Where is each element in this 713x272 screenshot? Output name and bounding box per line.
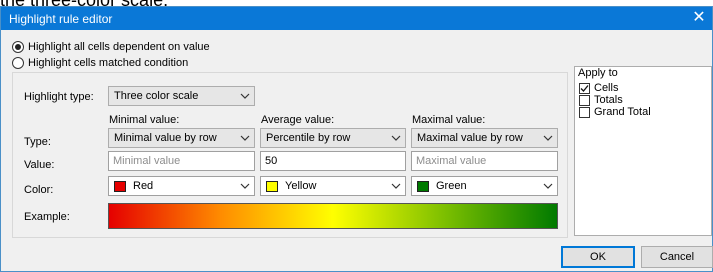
apply-to-grand-total[interactable]: Grand Total: [579, 106, 651, 118]
color-row-label: Color:: [24, 184, 54, 196]
average-color-name: Yellow: [285, 180, 317, 192]
minimal-color-dropdown[interactable]: Red: [108, 176, 255, 196]
apply-to-title: Apply to: [578, 67, 618, 79]
average-value-field[interactable]: [260, 151, 406, 171]
apply-to-label: Totals: [594, 94, 623, 106]
checkbox[interactable]: [579, 94, 590, 106]
radio-button-selected[interactable]: [12, 41, 24, 53]
chevron-down-icon: [240, 93, 250, 99]
close-icon[interactable]: ✕: [690, 8, 708, 28]
apply-to-totals[interactable]: Totals: [579, 94, 623, 106]
checkbox[interactable]: [579, 106, 590, 118]
cancel-button[interactable]: Cancel: [641, 246, 713, 268]
color-swatch: [114, 181, 126, 192]
maximal-color-dropdown[interactable]: Green: [411, 176, 558, 196]
minimal-value-field[interactable]: [108, 151, 255, 171]
checkbox[interactable]: [579, 82, 590, 94]
maximal-type-dropdown[interactable]: Maximal value by row: [411, 128, 558, 148]
apply-to-label: Grand Total: [594, 106, 651, 118]
apply-to-label: Cells: [594, 82, 619, 94]
average-value-header: Average value:: [261, 114, 335, 126]
highlight-type-dropdown[interactable]: Three color scale: [108, 86, 255, 106]
example-row-label: Example:: [24, 211, 70, 223]
minimal-type-dropdown[interactable]: Minimal value by row: [108, 128, 255, 148]
maximal-value-field[interactable]: [411, 151, 558, 171]
maximal-value-input[interactable]: [416, 154, 553, 168]
radio-label: Highlight cells matched condition: [28, 57, 189, 69]
radio-label: Highlight all cells dependent on value: [28, 41, 210, 53]
example-gradient-preview: [108, 203, 558, 229]
average-color-dropdown[interactable]: Yellow: [260, 176, 406, 196]
value-row-label: Value:: [24, 159, 55, 171]
minimal-value-input[interactable]: [113, 154, 250, 168]
chevron-down-icon: [240, 135, 250, 141]
chevron-down-icon: [543, 135, 553, 141]
chevron-down-icon: [391, 183, 401, 189]
type-row-label: Type:: [24, 136, 51, 148]
highlight-type-value: Three color scale: [114, 90, 199, 102]
average-type-value: Percentile by row: [266, 132, 351, 144]
apply-to-cells[interactable]: Cells: [579, 82, 618, 94]
chevron-down-icon: [543, 183, 553, 189]
radio-button[interactable]: [12, 57, 24, 69]
chevron-down-icon: [240, 183, 250, 189]
average-value-input[interactable]: [265, 154, 401, 168]
ok-button[interactable]: OK: [561, 246, 635, 268]
color-swatch: [417, 181, 429, 192]
minimal-color-name: Red: [133, 180, 154, 192]
minimal-type-value: Minimal value by row: [114, 132, 217, 144]
radio-highlight-matched-condition[interactable]: Highlight cells matched condition: [12, 56, 188, 70]
highlight-type-label: Highlight type:: [24, 91, 94, 103]
window-title: Highlight rule editor: [9, 12, 113, 26]
color-swatch: [266, 181, 278, 192]
minimal-value-header: Minimal value:: [109, 114, 180, 126]
checkmark-icon: [580, 84, 589, 92]
average-type-dropdown[interactable]: Percentile by row: [260, 128, 406, 148]
maximal-color-name: Green: [436, 180, 467, 192]
radio-highlight-all-dependent[interactable]: Highlight all cells dependent on value: [12, 40, 210, 54]
chevron-down-icon: [391, 135, 401, 141]
maximal-type-value: Maximal value by row: [417, 132, 523, 144]
title-bar: Highlight rule editor ✕: [1, 7, 712, 30]
maximal-value-header: Maximal value:: [412, 114, 486, 126]
